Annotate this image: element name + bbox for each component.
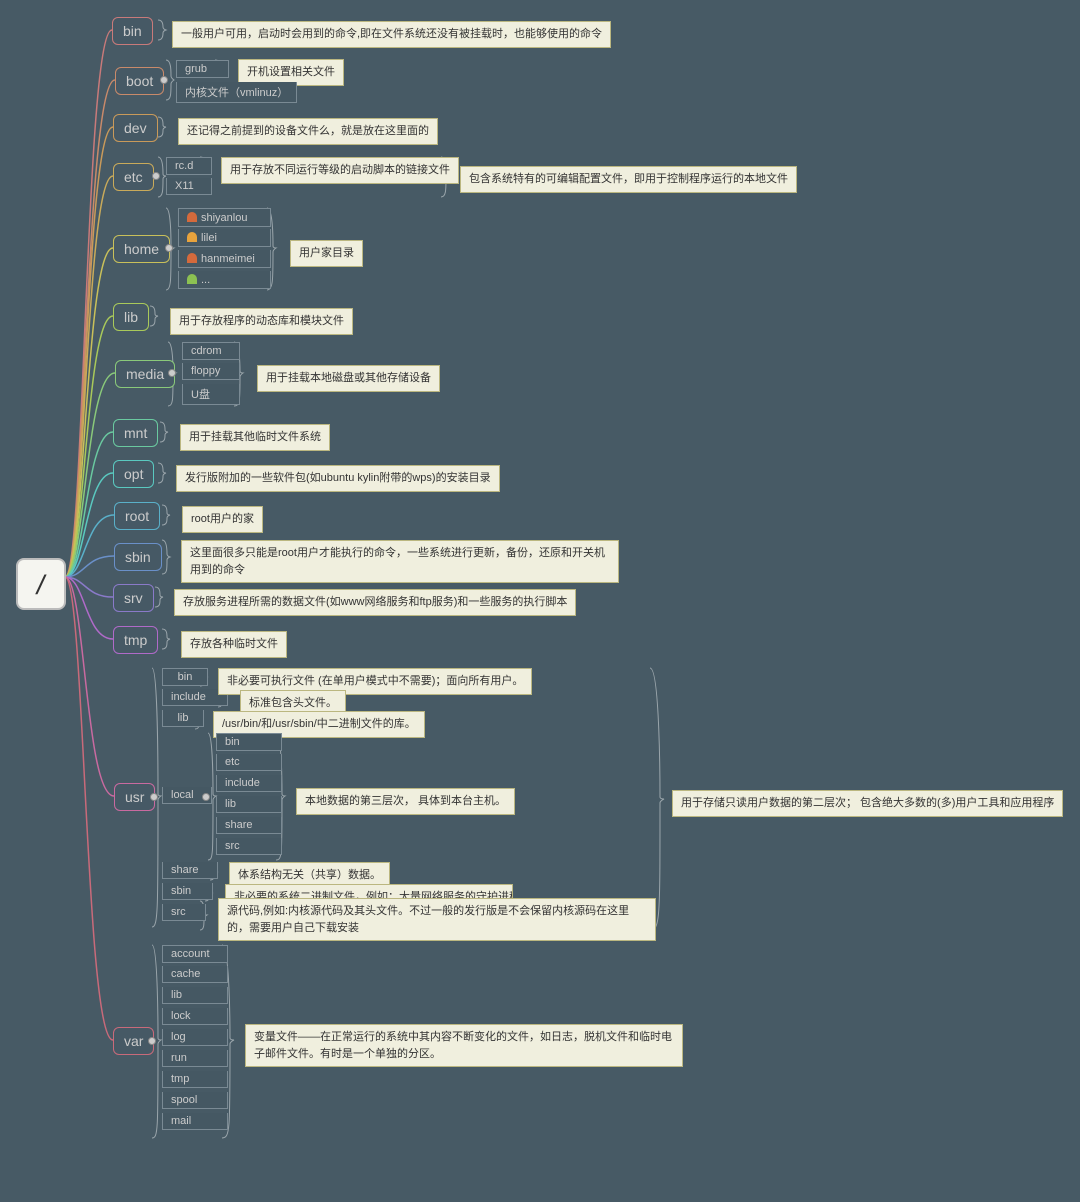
dir-dev[interactable]: dev: [113, 114, 158, 142]
desc-usr-src: 源代码,例如:内核源代码及其头文件。不过一般的发行版是不会保留内核源码在这里的，…: [218, 898, 656, 941]
expand-dot[interactable]: [160, 76, 168, 84]
user-icon: [187, 232, 197, 242]
home-user4[interactable]: ...: [178, 271, 271, 289]
desc-dev: 还记得之前提到的设备文件么，就是放在这里面的: [178, 118, 438, 145]
home-user3[interactable]: hanmeimei: [178, 250, 271, 268]
root-label: /: [34, 570, 48, 598]
desc-mnt: 用于挂载其他临时文件系统: [180, 424, 330, 451]
dir-lib[interactable]: lib: [113, 303, 149, 331]
dir-sbin[interactable]: sbin: [114, 543, 162, 571]
dir-home[interactable]: home: [113, 235, 170, 263]
desc-etc: 包含系统特有的可编辑配置文件，即用于控制程序运行的本地文件: [460, 166, 797, 193]
var-log[interactable]: log: [162, 1029, 228, 1046]
user-icon: [187, 253, 197, 263]
usr-src[interactable]: src: [162, 904, 206, 921]
usr-local-include[interactable]: include: [216, 775, 282, 792]
dir-boot[interactable]: boot: [115, 67, 164, 95]
desc-media: 用于挂载本地磁盘或其他存储设备: [257, 365, 440, 392]
dir-bin[interactable]: bin: [112, 17, 153, 45]
desc-lib: 用于存放程序的动态库和模块文件: [170, 308, 353, 335]
desc-usr-local: 本地数据的第三层次， 具体到本台主机。: [296, 788, 515, 815]
home-user2[interactable]: lilei: [178, 229, 271, 247]
dir-mnt[interactable]: mnt: [113, 419, 158, 447]
etc-rcd[interactable]: rc.d: [166, 157, 212, 175]
usr-local-share[interactable]: share: [216, 817, 282, 834]
expand-dot[interactable]: [152, 172, 160, 180]
desc-home: 用户家目录: [290, 240, 363, 267]
desc-srv: 存放服务进程所需的数据文件(如www网络服务和ftp服务)和一些服务的执行脚本: [174, 589, 576, 616]
desc-var: 变量文件——在正常运行的系统中其内容不断变化的文件，如日志，脱机文件和临时电子邮…: [245, 1024, 683, 1067]
usr-local-bin[interactable]: bin: [216, 733, 282, 751]
var-lib[interactable]: lib: [162, 987, 228, 1004]
usr-local-etc[interactable]: etc: [216, 754, 282, 771]
usr-lib[interactable]: lib: [162, 710, 204, 727]
usr-share[interactable]: share: [162, 862, 218, 879]
etc-x11[interactable]: X11: [166, 178, 212, 195]
expand-dot[interactable]: [202, 793, 210, 801]
var-cache[interactable]: cache: [162, 966, 228, 983]
usr-bin[interactable]: bin: [162, 668, 208, 686]
usr-local-src[interactable]: src: [216, 838, 282, 855]
media-cdrom[interactable]: cdrom: [182, 342, 240, 360]
expand-dot[interactable]: [148, 1037, 156, 1045]
media-udisk[interactable]: U盘: [182, 384, 240, 405]
dir-srv[interactable]: srv: [113, 584, 154, 612]
expand-dot[interactable]: [165, 244, 173, 252]
var-run[interactable]: run: [162, 1050, 228, 1067]
home-user1[interactable]: shiyanlou: [178, 208, 271, 227]
var-account[interactable]: account: [162, 945, 228, 963]
usr-local-lib[interactable]: lib: [216, 796, 282, 813]
var-mail[interactable]: mail: [162, 1113, 228, 1130]
boot-kernel[interactable]: 内核文件（vmlinuz）: [176, 82, 297, 103]
var-spool[interactable]: spool: [162, 1092, 228, 1109]
usr-sbin[interactable]: sbin: [162, 883, 213, 900]
desc-etc-rcd: 用于存放不同运行等级的启动脚本的链接文件: [221, 157, 459, 184]
media-floppy[interactable]: floppy: [182, 363, 240, 380]
dir-etc[interactable]: etc: [113, 163, 154, 191]
expand-dot[interactable]: [150, 793, 158, 801]
desc-tmp: 存放各种临时文件: [181, 631, 287, 658]
boot-grub[interactable]: grub: [176, 60, 229, 78]
dir-media[interactable]: media: [115, 360, 175, 388]
dir-opt[interactable]: opt: [113, 460, 154, 488]
desc-sbin: 这里面很多只能是root用户才能执行的命令，一些系统进行更新，备份，还原和开关机…: [181, 540, 619, 583]
desc-usr: 用于存储只读用户数据的第二层次； 包含绝大多数的(多)用户工具和应用程序: [672, 790, 1063, 817]
var-tmp[interactable]: tmp: [162, 1071, 228, 1088]
desc-root: root用户的家: [182, 506, 263, 533]
var-lock[interactable]: lock: [162, 1008, 228, 1025]
dir-root[interactable]: root: [114, 502, 160, 530]
user-icon: [187, 274, 197, 284]
desc-opt: 发行版附加的一些软件包(如ubuntu kylin附带的wps)的安装目录: [176, 465, 500, 492]
user-icon: [187, 212, 197, 222]
expand-dot[interactable]: [168, 369, 176, 377]
desc-bin: 一般用户可用，启动时会用到的命令,即在文件系统还没有被挂载时，也能够使用的命令: [172, 21, 611, 48]
dir-tmp[interactable]: tmp: [113, 626, 158, 654]
root-node[interactable]: /: [16, 558, 66, 610]
